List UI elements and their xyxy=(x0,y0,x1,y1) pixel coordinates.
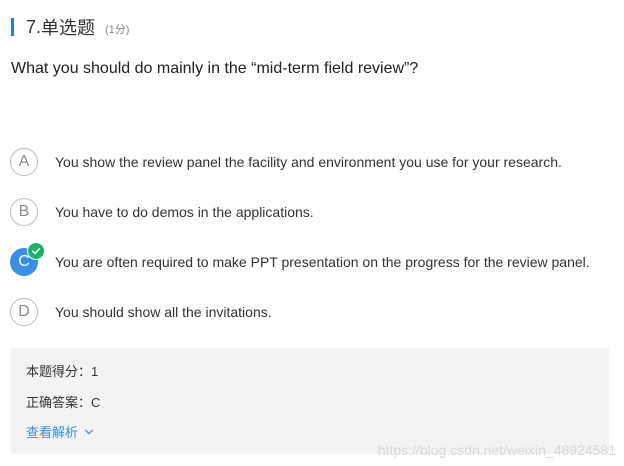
question-number: 7. xyxy=(26,16,42,37)
option-d[interactable]: D You should show all the invitations. xyxy=(10,287,610,337)
answer-line: 正确答案：C xyxy=(26,392,100,411)
options-list: A You show the review panel the facility… xyxy=(10,137,610,337)
option-c-text: You are often required to make PPT prese… xyxy=(55,254,590,270)
option-b-letter: B xyxy=(18,203,30,220)
option-a-letter: A xyxy=(18,153,30,170)
option-d-radio[interactable]: D xyxy=(10,298,38,326)
quiz-question-page: 7. 单选题 (1分) What you should do mainly in… xyxy=(0,0,624,466)
option-b-radio[interactable]: B xyxy=(10,198,38,226)
option-a-text: You show the review panel the facility a… xyxy=(55,154,562,170)
watermark-url: https://blog.csdn.net/weixin_48924581 xyxy=(377,442,616,458)
score-value: 1 xyxy=(91,364,99,379)
correct-check-icon xyxy=(27,242,45,260)
view-analysis-label: 查看解析 xyxy=(26,425,79,440)
question-type: 单选题 xyxy=(41,18,96,38)
question-header: 7. 单选题 (1分) xyxy=(11,16,129,38)
score-line: 本题得分：1 xyxy=(26,361,98,380)
score-label: 本题得分： xyxy=(26,364,92,379)
view-analysis-link[interactable]: 查看解析 xyxy=(26,422,94,441)
question-stem: What you should do mainly in the “mid-te… xyxy=(11,60,419,77)
chevron-down-icon xyxy=(84,429,94,434)
answer-label: 正确答案： xyxy=(26,395,92,410)
result-panel: 本题得分：1 正确答案：C 查看解析 xyxy=(11,348,609,454)
option-d-text: You should show all the invitations. xyxy=(55,304,272,320)
question-score: (1分) xyxy=(105,24,130,36)
option-c[interactable]: C You are often required to make PPT pre… xyxy=(10,237,610,287)
answer-value: C xyxy=(91,395,101,410)
option-d-letter: D xyxy=(18,303,30,320)
option-a[interactable]: A You show the review panel the facility… xyxy=(10,137,610,187)
option-a-radio[interactable]: A xyxy=(10,148,38,176)
option-c-radio[interactable]: C xyxy=(10,242,45,276)
option-b[interactable]: B You have to do demos in the applicatio… xyxy=(10,187,610,237)
option-b-text: You have to do demos in the applications… xyxy=(55,204,314,220)
header-accent-bar xyxy=(11,18,14,36)
